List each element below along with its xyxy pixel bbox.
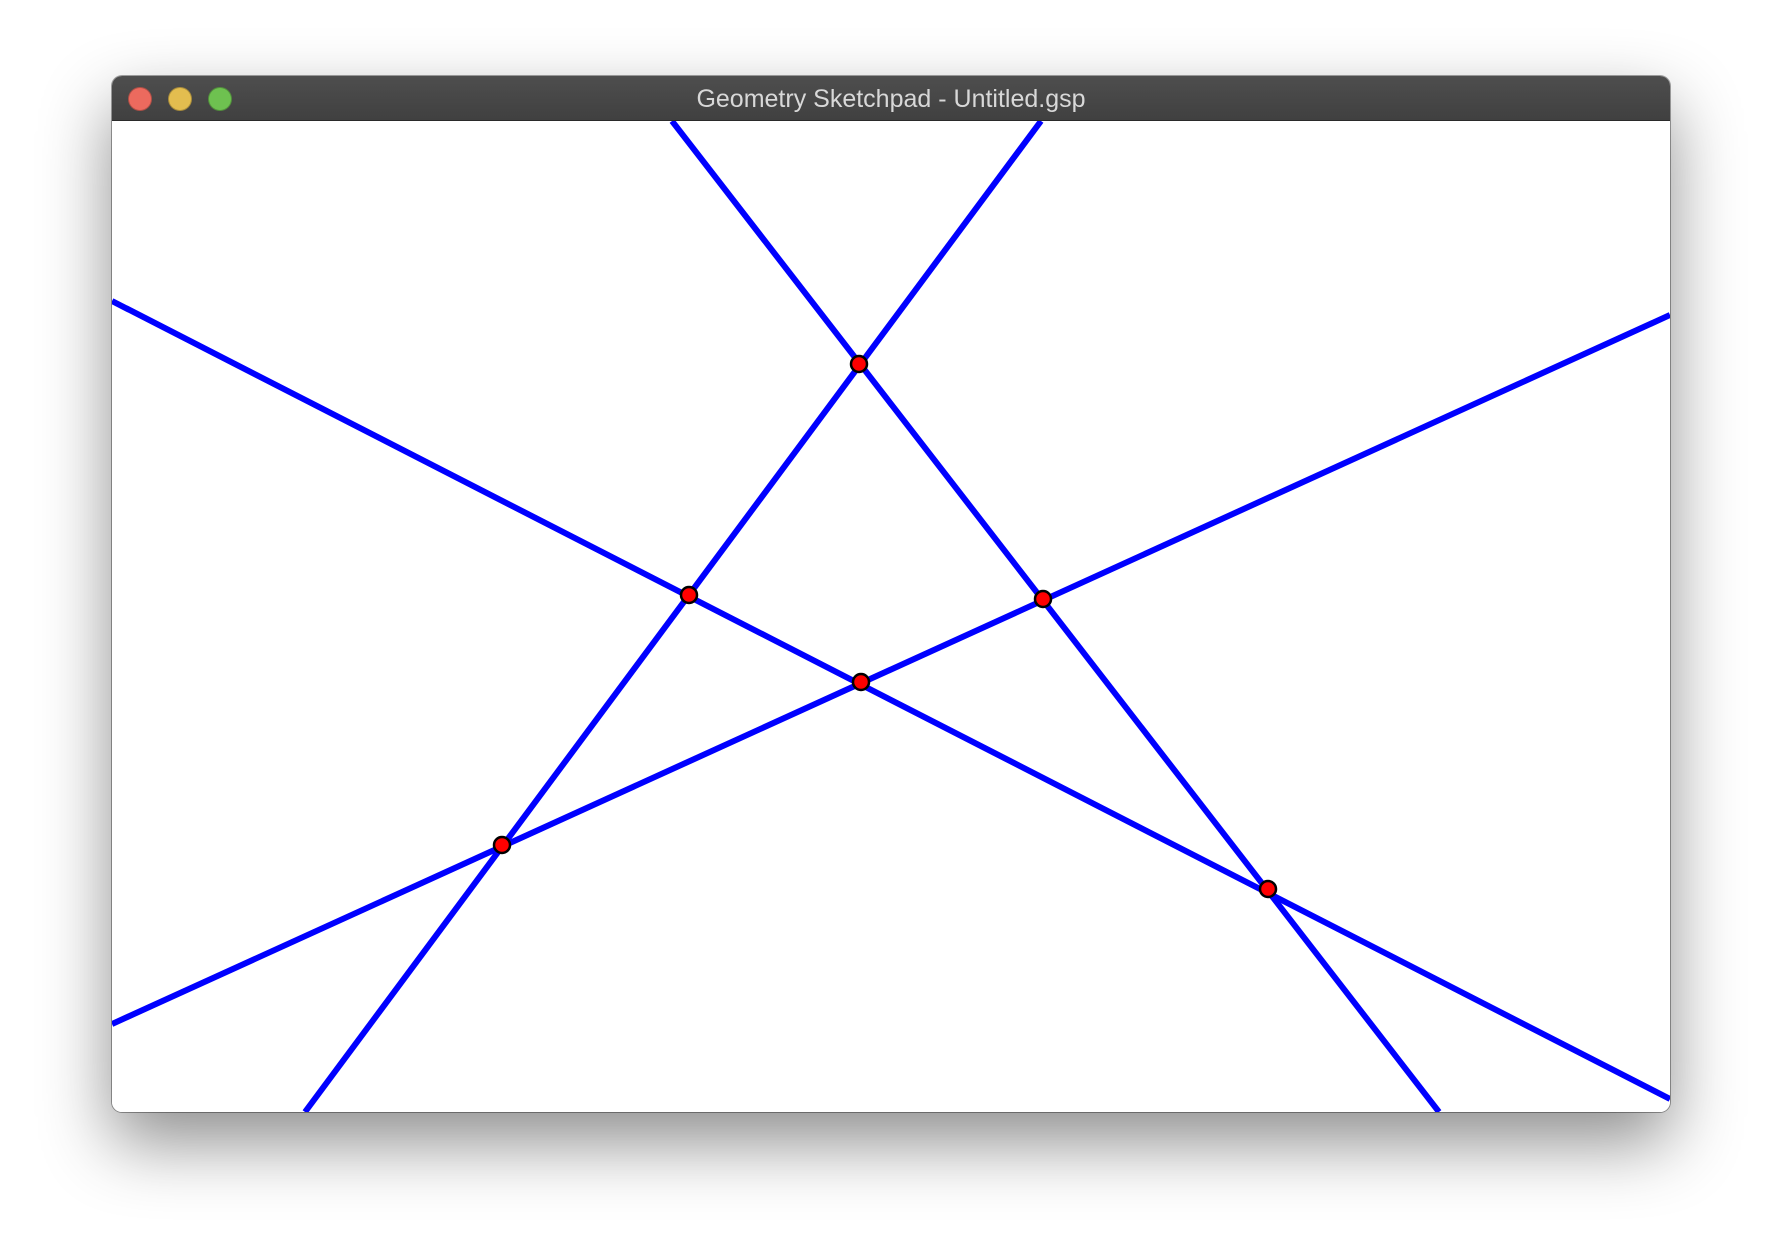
title-bar[interactable]: Geometry Sketchpad - Untitled.gsp (112, 76, 1670, 121)
intersection-point[interactable] (849, 354, 869, 374)
line-2[interactable] (302, 121, 1044, 1112)
intersection-point[interactable] (492, 835, 512, 855)
intersection-point[interactable] (1033, 589, 1053, 609)
intersection-point[interactable] (851, 672, 871, 692)
app-window: Geometry Sketchpad - Untitled.gsp (112, 76, 1670, 1112)
line-1[interactable] (669, 121, 1442, 1112)
intersection-point[interactable] (1258, 879, 1278, 899)
sketch-canvas[interactable] (112, 121, 1670, 1112)
intersection-point[interactable] (679, 585, 699, 605)
sketch-svg[interactable] (112, 121, 1670, 1112)
window-title: Geometry Sketchpad - Untitled.gsp (696, 85, 1086, 113)
